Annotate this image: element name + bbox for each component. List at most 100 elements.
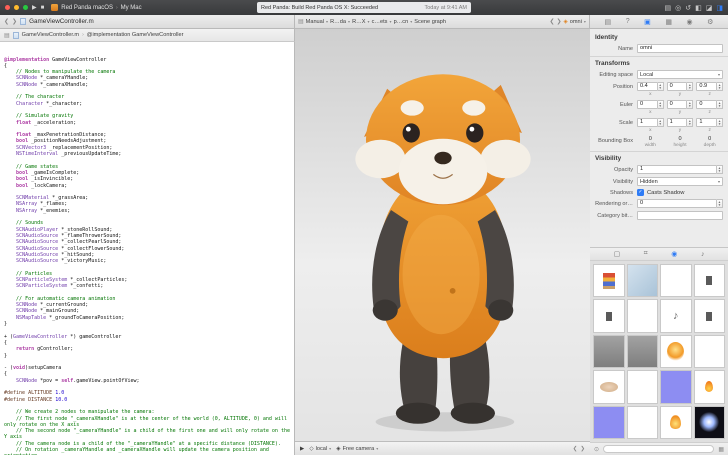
back-icon[interactable]: ❮ bbox=[4, 18, 9, 25]
inspector-toggle-button[interactable]: ◨ bbox=[716, 4, 723, 12]
library-item-candle[interactable] bbox=[660, 406, 692, 439]
related-items-icon[interactable]: ▤ bbox=[4, 32, 10, 39]
library-item-gray[interactable] bbox=[627, 335, 659, 368]
play-scene-button[interactable]: ▶ bbox=[300, 446, 304, 452]
library-item-blank[interactable] bbox=[694, 335, 726, 368]
library-item-gray[interactable] bbox=[593, 335, 625, 368]
attributes-inspector-icon[interactable]: ▦ bbox=[665, 18, 672, 26]
jump-crumb-file[interactable]: GameViewController.m bbox=[22, 32, 79, 38]
grid-view-icon[interactable]: ▦ bbox=[718, 446, 724, 453]
euler-y-field[interactable]: 0 bbox=[667, 100, 688, 109]
forward-icon[interactable]: ❯ bbox=[12, 18, 17, 25]
crumb-manual[interactable]: Manual bbox=[306, 19, 324, 25]
library-item-fire[interactable] bbox=[660, 335, 692, 368]
scale-x-stepper[interactable] bbox=[658, 118, 664, 127]
run-button[interactable]: ▶ bbox=[32, 5, 37, 11]
crumb-scene-graph[interactable]: Scene graph bbox=[414, 19, 446, 25]
name-field[interactable]: omni bbox=[637, 44, 723, 53]
quick-help-inspector-icon[interactable]: ? bbox=[626, 18, 630, 25]
library-item-photo[interactable] bbox=[627, 264, 659, 297]
forward-icon[interactable]: ❯ bbox=[557, 18, 562, 25]
euler-x-stepper[interactable] bbox=[658, 100, 664, 109]
opacity-field[interactable]: 1 bbox=[637, 165, 717, 174]
library-item-blank[interactable] bbox=[660, 264, 692, 297]
standard-editor-button[interactable]: ▤ bbox=[665, 4, 672, 12]
camera-dropdown[interactable]: ◈ Free camera ▾ bbox=[336, 446, 378, 452]
euler-x-field[interactable]: 0 bbox=[637, 100, 658, 109]
file-inspector-icon[interactable]: ▤ bbox=[605, 18, 612, 26]
position-y-field[interactable]: 0 bbox=[667, 82, 688, 91]
casts-shadow-checkbox[interactable] bbox=[637, 189, 644, 196]
library-item-blank[interactable] bbox=[627, 406, 659, 439]
selected-node-name: omni bbox=[570, 19, 582, 25]
scene-inspector-icon[interactable]: ⚙ bbox=[707, 18, 713, 26]
back-icon[interactable]: ❮ bbox=[573, 446, 578, 452]
position-x-field[interactable]: 0.4 bbox=[637, 82, 658, 91]
zoom-window-button[interactable] bbox=[23, 5, 28, 10]
position-z-field[interactable]: 0.9 bbox=[696, 82, 717, 91]
file-template-library-icon[interactable]: ▢ bbox=[614, 250, 621, 258]
rendering-order-stepper[interactable] bbox=[717, 199, 723, 208]
scene-3d-canvas[interactable] bbox=[295, 29, 590, 441]
code-snippet-library-icon[interactable]: ⌗ bbox=[644, 250, 648, 258]
media-library-icon[interactable]: ♪ bbox=[701, 251, 705, 258]
debug-area-toggle-button[interactable]: ◪ bbox=[706, 4, 713, 12]
physics-inspector-icon[interactable]: ◉ bbox=[687, 18, 693, 26]
object-library-icon[interactable]: ◉ bbox=[671, 250, 677, 258]
scale-z-field[interactable]: 1 bbox=[696, 118, 717, 127]
position-label: Position bbox=[595, 82, 637, 90]
crumb-scene-file[interactable]: p…cn bbox=[394, 19, 409, 25]
scale-y-stepper[interactable] bbox=[687, 118, 693, 127]
forward-icon[interactable]: ❯ bbox=[580, 446, 585, 452]
position-y-stepper[interactable] bbox=[687, 82, 693, 91]
close-window-button[interactable] bbox=[5, 5, 10, 10]
related-items-icon[interactable]: ▤ bbox=[298, 18, 304, 25]
library-item-note[interactable]: ♪ bbox=[660, 299, 692, 332]
position-z-stepper[interactable] bbox=[717, 82, 723, 91]
rendering-order-field[interactable]: 0 bbox=[637, 199, 717, 208]
navigator-toggle-button[interactable]: ◧ bbox=[695, 4, 702, 12]
scale-x-field[interactable]: 1 bbox=[637, 118, 658, 127]
assistant-editor-button[interactable]: ◎ bbox=[675, 4, 681, 12]
scheme-selector[interactable]: Red Panda macOS › My Mac bbox=[51, 4, 141, 11]
crumb-assets[interactable]: c…ets bbox=[372, 19, 388, 25]
opacity-stepper[interactable] bbox=[717, 165, 723, 174]
category-bitmask-field[interactable] bbox=[637, 211, 723, 220]
euler-z-field[interactable]: 0 bbox=[696, 100, 717, 109]
library-item-blank[interactable] bbox=[627, 370, 659, 403]
library-item-purple[interactable] bbox=[660, 370, 692, 403]
editing-space-popup[interactable]: Local ▾ bbox=[637, 70, 723, 79]
tab-source-file[interactable]: GameViewController.m bbox=[29, 18, 94, 25]
version-editor-button[interactable]: ↺ bbox=[685, 4, 691, 12]
editing-space-dropdown[interactable]: ◇ local ▾ bbox=[309, 446, 331, 452]
euler-y-stepper[interactable] bbox=[687, 100, 693, 109]
library-item-flame[interactable] bbox=[694, 370, 726, 403]
crumb-target[interactable]: R…X bbox=[352, 19, 365, 25]
scene-node-tab[interactable]: ❮ ❯ ◈ omni ▾ bbox=[549, 18, 586, 25]
euler-z-stepper[interactable] bbox=[717, 100, 723, 109]
library-item-sprite[interactable] bbox=[593, 264, 625, 297]
depth-label: depth bbox=[696, 143, 723, 148]
library-item-tiny-dark[interactable] bbox=[694, 299, 726, 332]
library-item-purple[interactable] bbox=[593, 406, 625, 439]
library-item-hands[interactable] bbox=[593, 370, 625, 403]
scale-y-field[interactable]: 1 bbox=[667, 118, 688, 127]
library-item-tiny-dark[interactable] bbox=[694, 264, 726, 297]
source-code-editor[interactable]: @implementation GameViewController{ // N… bbox=[0, 42, 295, 455]
scale-z-stepper[interactable] bbox=[717, 118, 723, 127]
library-item-blank[interactable] bbox=[627, 299, 659, 332]
minimize-window-button[interactable] bbox=[14, 5, 19, 10]
stop-button[interactable]: ■ bbox=[41, 5, 45, 11]
library-filter-input[interactable] bbox=[603, 445, 714, 453]
library-item-burst[interactable] bbox=[694, 406, 726, 439]
library-item-tiny-dark[interactable] bbox=[593, 299, 625, 332]
axis-x-label: x bbox=[637, 92, 664, 97]
jump-crumb-symbol[interactable]: @implementation GameViewController bbox=[87, 32, 184, 38]
back-icon[interactable]: ❮ bbox=[549, 18, 554, 25]
position-x-stepper[interactable] bbox=[658, 82, 664, 91]
node-inspector-icon[interactable]: ▣ bbox=[644, 18, 651, 26]
crumb-project[interactable]: R…da bbox=[330, 19, 346, 25]
visibility-popup[interactable]: Hidden ▾ bbox=[637, 177, 723, 186]
editing-space-current: Local bbox=[640, 72, 718, 78]
red-panda-model[interactable] bbox=[297, 29, 589, 441]
